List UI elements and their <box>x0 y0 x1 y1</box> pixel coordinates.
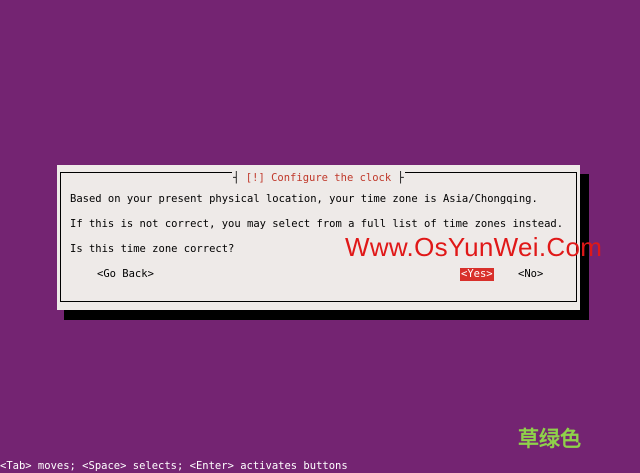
question-text: Is this time zone correct? <box>70 243 235 255</box>
dialog-title-bar: ┤ [!] Configure the clock ├ <box>57 166 580 185</box>
yes-button[interactable]: <Yes> <box>460 268 494 281</box>
keyboard-help-text: <Tab> moves; <Space> selects; <Enter> ac… <box>0 460 348 472</box>
corner-watermark: 草绿色 <box>518 427 581 451</box>
no-button[interactable]: <No> <box>518 268 543 281</box>
dialog-title-text: Configure the clock <box>271 172 392 184</box>
message-line-2: If this is not correct, you may select f… <box>70 218 564 230</box>
go-back-button[interactable]: <Go Back> <box>97 268 154 281</box>
dialog-title: ┤ [!] Configure the clock ├ <box>232 172 405 185</box>
site-watermark: Www.OsYunWei.Com <box>345 232 603 262</box>
message-line-1: Based on your present physical location,… <box>70 193 538 205</box>
warning-marker: [!] <box>245 172 265 184</box>
